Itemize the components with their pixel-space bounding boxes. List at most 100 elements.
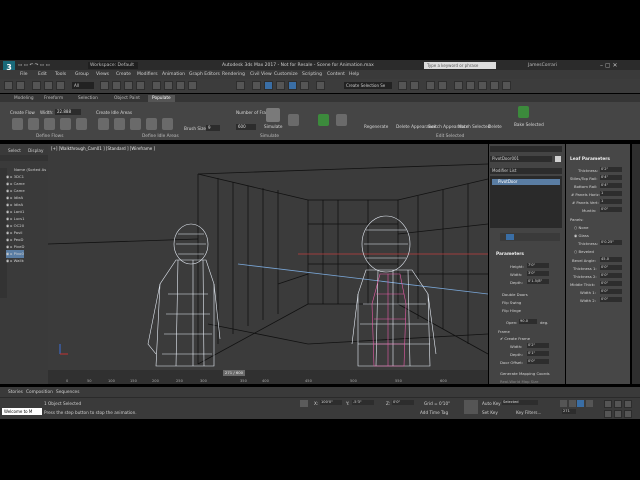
object-color-swatch[interactable] xyxy=(555,156,561,162)
pivot-center-icon[interactable] xyxy=(236,81,245,90)
rotate-icon[interactable] xyxy=(164,81,173,90)
menu-rendering[interactable]: Rendering xyxy=(222,72,245,77)
viewport[interactable] xyxy=(48,144,488,370)
menu-graph-editors[interactable]: Graph Editors xyxy=(189,72,220,77)
idle-area-icon[interactable] xyxy=(146,118,157,130)
flow-icon[interactable] xyxy=(12,118,23,130)
flow-tool-icon[interactable] xyxy=(76,118,87,130)
placement-icon[interactable] xyxy=(188,81,197,90)
panel-scrollbar[interactable] xyxy=(632,144,640,384)
time-slider[interactable]: 271 / 600 xyxy=(223,370,245,376)
tab-populate[interactable]: Populate xyxy=(148,95,175,102)
menu-edit[interactable]: Edit xyxy=(38,72,47,77)
play-simulation-icon[interactable] xyxy=(318,114,329,126)
leaf-param-field[interactable]: 0'4" xyxy=(600,183,622,188)
viewport-label[interactable]: [+] [Walkthrough_Cam01 ] [Standard ] [Wi… xyxy=(51,146,155,151)
rendered-frame-icon[interactable] xyxy=(490,81,499,90)
menu-scripting[interactable]: Scripting xyxy=(302,72,322,77)
pin-stack-icon[interactable] xyxy=(506,234,514,240)
redo-icon[interactable] xyxy=(16,81,25,90)
curve-editor-icon[interactable] xyxy=(438,81,447,90)
sim-option-icon[interactable] xyxy=(336,114,347,126)
window-crossing-icon[interactable] xyxy=(136,81,145,90)
panel-option-none[interactable]: ○ None xyxy=(574,225,588,230)
menu-file[interactable]: File xyxy=(20,72,28,77)
bevel-field[interactable]: 45.0 xyxy=(600,257,622,262)
rectangular-selection-icon[interactable] xyxy=(124,81,133,90)
leaf-parameters-rollout[interactable]: Leaf Parameters xyxy=(570,157,610,162)
z-coord-field[interactable]: 0'0" xyxy=(392,400,414,405)
door-offset-field[interactable]: 0'0" xyxy=(527,359,549,364)
character-wireframe-right[interactable] xyxy=(351,215,437,367)
align-icon[interactable] xyxy=(410,81,419,90)
schematic-view-icon[interactable] xyxy=(454,81,463,90)
frame-width-field[interactable]: 0'2" xyxy=(527,343,549,348)
width-field[interactable]: 22.888 xyxy=(55,109,81,115)
scale-icon[interactable] xyxy=(176,81,185,90)
create-frame-checkbox[interactable]: ✔ Create Frame xyxy=(500,336,530,341)
flow-tool-icon[interactable] xyxy=(28,118,39,130)
tab-selection[interactable]: Selection xyxy=(78,96,98,101)
x-coord-field[interactable]: 100'0" xyxy=(320,400,342,405)
menu-content[interactable]: Content xyxy=(327,72,345,77)
explorer-column-header[interactable]: Name (Sorted As xyxy=(14,167,46,172)
bevel-field[interactable]: 0'0" xyxy=(600,289,622,294)
idle-area-icon[interactable] xyxy=(114,118,125,130)
set-key-button[interactable]: Set Key xyxy=(482,410,498,415)
idle-area-icon[interactable] xyxy=(162,118,173,130)
character-wireframe-left[interactable] xyxy=(147,223,221,367)
select-object-icon[interactable] xyxy=(100,81,109,90)
zoom-icon[interactable] xyxy=(604,400,612,408)
generate-mapping-checkbox[interactable]: Generate Mapping Coords xyxy=(500,371,550,376)
real-world-map-checkbox[interactable]: Real-World Map Size xyxy=(500,379,539,384)
field-of-view-icon[interactable] xyxy=(604,410,612,418)
walk-through-icon[interactable] xyxy=(614,410,622,418)
move-icon[interactable] xyxy=(152,81,161,90)
sim-option-icon[interactable] xyxy=(288,114,299,126)
go-to-start-icon[interactable] xyxy=(560,400,567,407)
menu-modifiers[interactable]: Modifiers xyxy=(137,72,158,77)
leaf-param-field[interactable]: 0'4" xyxy=(600,175,622,180)
menu-tools[interactable]: Tools xyxy=(55,72,66,77)
snaps-toggle-icon[interactable] xyxy=(264,81,273,90)
command-tabs[interactable] xyxy=(490,146,562,152)
y-coord-field[interactable]: -5'3" xyxy=(352,400,374,405)
layer-explorer-icon[interactable] xyxy=(426,81,435,90)
explorer-tab-display[interactable]: Display xyxy=(28,148,43,153)
material-editor-icon[interactable] xyxy=(466,81,475,90)
current-frame-field[interactable]: 271 xyxy=(562,409,576,414)
tab-stories[interactable]: Stories xyxy=(8,390,23,395)
idle-area-icon[interactable] xyxy=(130,118,141,130)
user-account[interactable]: JamesCorrari xyxy=(528,62,557,69)
leaf-param-field[interactable]: 0'0" xyxy=(600,207,622,212)
double-doors-checkbox[interactable]: Double Doors xyxy=(502,292,528,297)
menu-create[interactable]: Create xyxy=(116,72,131,77)
bind-space-warp-icon[interactable] xyxy=(56,81,65,90)
bevel-field[interactable]: 0'0" xyxy=(600,273,622,278)
select-by-name-icon[interactable] xyxy=(112,81,121,90)
menu-group[interactable]: Group xyxy=(75,72,89,77)
explorer-item[interactable]: ◉ ▸ Wallk xyxy=(6,257,24,265)
auto-key-button[interactable]: Auto Key xyxy=(482,401,501,406)
maxscript-listener[interactable]: Welcome to M xyxy=(2,408,42,415)
parameters-rollout[interactable]: Parameters xyxy=(496,252,524,257)
flow-tool-icon[interactable] xyxy=(44,118,55,130)
panel-option-glass[interactable]: ◉ Glass xyxy=(574,233,589,238)
select-manipulate-icon[interactable] xyxy=(252,81,261,90)
window-controls[interactable]: – ▢ ✕ xyxy=(600,62,618,69)
flip-swing-checkbox[interactable]: Flip Swing xyxy=(502,300,521,305)
flip-hinge-checkbox[interactable]: Flip Hinge xyxy=(502,308,521,313)
bake-selected-button[interactable]: Bake Selected xyxy=(514,122,544,127)
depth-field[interactable]: 0'1.5/8" xyxy=(527,279,549,284)
leaf-param-field[interactable]: 0'2" xyxy=(600,167,622,172)
thickness-field[interactable]: 0'0.25" xyxy=(600,240,622,245)
bake-selected-icon[interactable] xyxy=(518,106,529,118)
named-selection-dropdown[interactable]: Create Selection Se xyxy=(344,82,392,89)
brush-size-field[interactable]: 9 xyxy=(206,125,220,131)
menu-animation[interactable]: Animation xyxy=(162,72,185,77)
angle-snap-icon[interactable] xyxy=(276,81,285,90)
idle-area-icon[interactable] xyxy=(98,118,109,130)
percent-snap-icon[interactable] xyxy=(288,81,297,90)
tab-freeform[interactable]: Freeform xyxy=(44,96,63,101)
lock-selection-icon[interactable] xyxy=(300,400,308,407)
